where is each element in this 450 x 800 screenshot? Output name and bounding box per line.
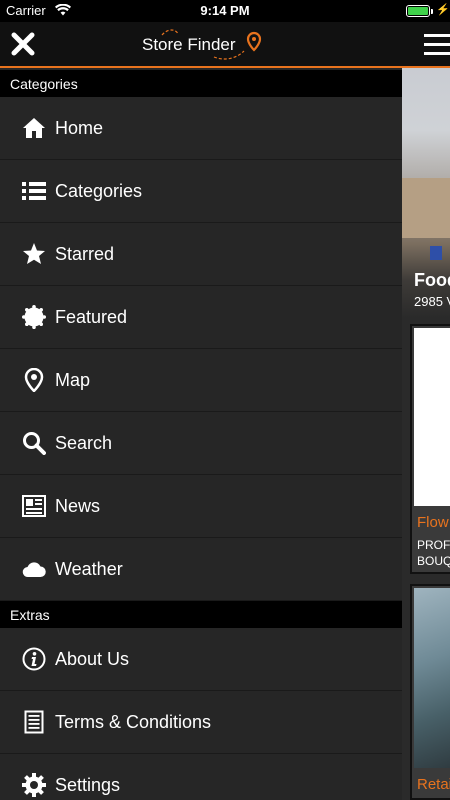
store-title: Retai [417, 776, 450, 793]
menu-item-home[interactable]: Home [0, 97, 402, 160]
menu-item-label: News [55, 495, 101, 516]
menu-item-label: Home [55, 117, 104, 138]
gear-icon [22, 773, 46, 797]
charging-icon: ⚡ [436, 4, 450, 16]
menu-item-label: Categories [55, 180, 143, 201]
menu-icon[interactable] [424, 34, 450, 56]
main-nav-bar [402, 22, 450, 68]
document-icon [22, 710, 46, 734]
store-card[interactable]: Retai [410, 584, 450, 800]
home-icon [22, 116, 46, 140]
menu-item-label: Weather [55, 558, 123, 579]
store-title: Flow [417, 514, 449, 531]
status-time: 9:14 PM [200, 3, 250, 18]
battery-icon [406, 5, 433, 17]
cloud-icon [22, 557, 46, 581]
store-sign [430, 246, 442, 260]
menu-item-label: Search [55, 432, 113, 453]
side-drawer: Store Finder Categories Home Categories … [0, 0, 402, 800]
section-header-categories: Categories [0, 70, 402, 97]
menu-item-label: Terms & Conditions [55, 711, 212, 732]
drawer-header: Store Finder [0, 22, 402, 68]
map-pin-icon [22, 368, 46, 392]
menu-item-label: Settings [55, 774, 121, 795]
close-icon[interactable] [9, 30, 37, 58]
store-card[interactable]: Flow PROFE BOUQ [410, 324, 450, 574]
menu-item-label: Map [55, 369, 91, 390]
menu-item-terms[interactable]: Terms & Conditions [0, 691, 402, 754]
menu-item-label: About Us [55, 648, 130, 669]
menu-item-news[interactable]: News [0, 475, 402, 538]
info-icon [22, 647, 46, 671]
badge-icon [22, 305, 46, 329]
status-bar: Carrier 9:14 PM ⚡ [0, 0, 450, 22]
main-content-peek: Food 2985 V Flow PROFE BOUQ Retai [402, 0, 450, 800]
store-photo [414, 588, 450, 768]
menu-item-categories[interactable]: Categories [0, 160, 402, 223]
store-description: PROFE [417, 538, 450, 552]
menu-item-map[interactable]: Map [0, 349, 402, 412]
menu-item-label: Featured [55, 306, 128, 327]
menu-item-about[interactable]: About Us [0, 628, 402, 691]
menu-item-featured[interactable]: Featured [0, 286, 402, 349]
store-title: Food [414, 270, 450, 290]
menu-item-search[interactable]: Search [0, 412, 402, 475]
search-icon [22, 431, 46, 455]
star-icon [22, 242, 46, 266]
app-logo: Store Finder [140, 29, 270, 61]
store-address: 2985 V [414, 294, 450, 309]
store-photo [402, 178, 450, 238]
list-icon [22, 179, 46, 203]
menu-item-weather[interactable]: Weather [0, 538, 402, 601]
newspaper-icon [22, 494, 46, 518]
menu-item-settings[interactable]: Settings [0, 754, 402, 800]
section-header-extras: Extras [0, 601, 402, 628]
app-title: Store Finder [142, 35, 236, 54]
menu-item-starred[interactable]: Starred [0, 223, 402, 286]
store-card[interactable]: Food 2985 V [402, 68, 450, 318]
store-description: BOUQ [417, 554, 450, 568]
store-photo [414, 328, 450, 506]
menu-item-label: Starred [55, 243, 115, 264]
